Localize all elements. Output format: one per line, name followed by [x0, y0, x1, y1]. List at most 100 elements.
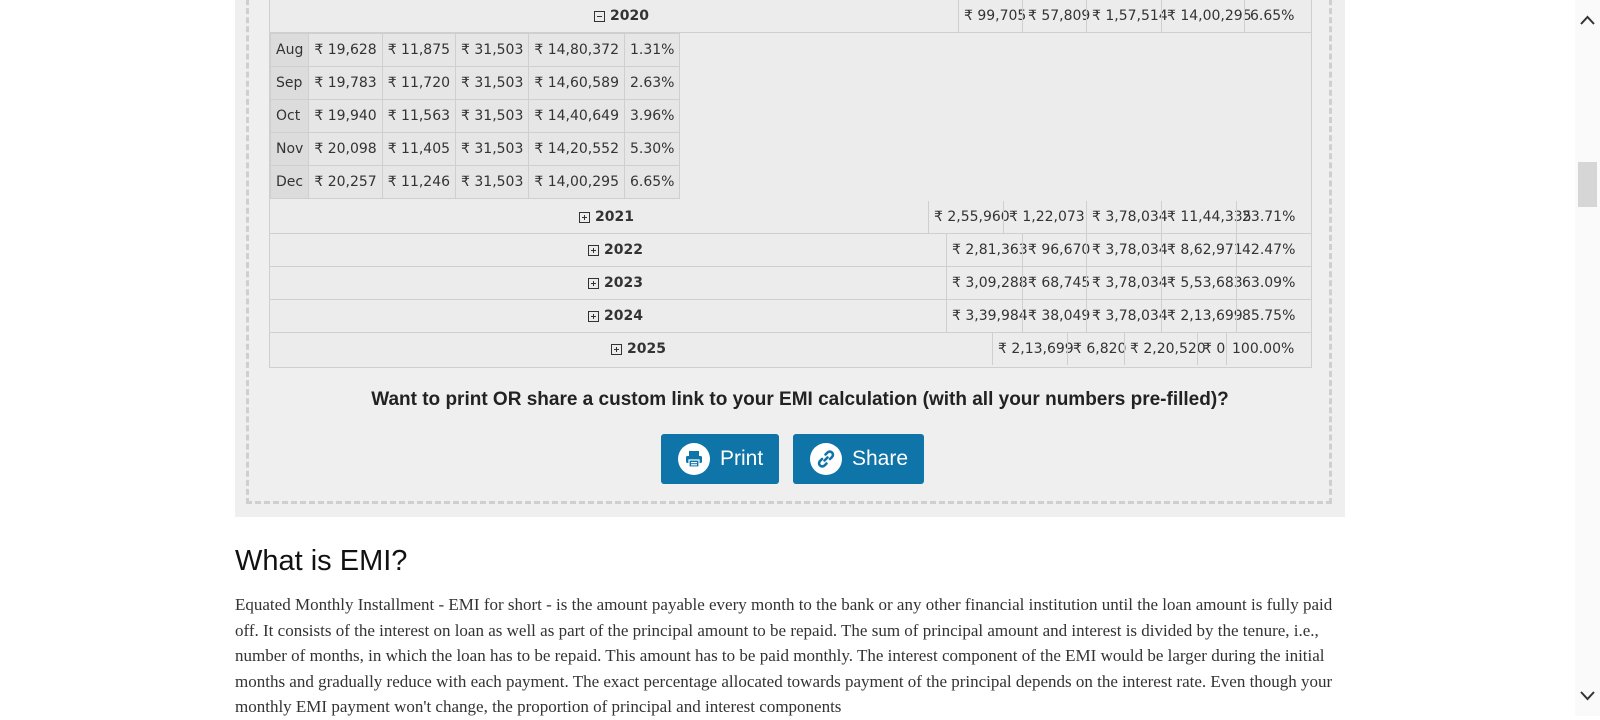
minus-square-icon[interactable] — [594, 10, 605, 22]
month-total-payment: ₹ 31,503 — [455, 132, 530, 166]
year-row-2023[interactable]: 2023 ₹ 3,09,288 ₹ 68,745 ₹ 3,78,034 ₹ 5,… — [270, 267, 1311, 300]
print-icon — [678, 443, 710, 475]
amortization-table: 2020 ₹ 99,705 ₹ 57,809 ₹ 1,57,514 ₹ 14,0… — [269, 0, 1312, 368]
month-total-payment: ₹ 31,503 — [455, 165, 530, 199]
year-interest: ₹ 96,670 — [1022, 234, 1095, 266]
print-button[interactable]: Print — [661, 434, 780, 484]
year-loan-paid: 23.71% — [1236, 201, 1300, 233]
year-toggle-2021[interactable]: 2021 — [579, 201, 634, 233]
year-toggle-2022[interactable]: 2022 — [588, 234, 643, 266]
share-button[interactable]: Share — [793, 434, 925, 484]
month-interest: ₹ 11,875 — [381, 33, 457, 67]
month-interest: ₹ 11,563 — [381, 99, 457, 133]
year-total-payment: ₹ 3,78,034 — [1086, 267, 1173, 299]
year-principal: ₹ 2,55,960 — [928, 201, 1015, 233]
year-label: 2020 — [610, 8, 649, 24]
year-interest: ₹ 57,809 — [1022, 0, 1095, 32]
month-name: Aug — [269, 33, 310, 67]
month-balance: ₹ 14,00,295 — [528, 165, 625, 199]
year-balance: ₹ 5,53,683 — [1161, 267, 1248, 299]
month-total-payment: ₹ 31,503 — [455, 66, 530, 100]
month-row: Aug ₹ 19,628 ₹ 11,875 ₹ 31,503 ₹ 14,80,3… — [269, 33, 681, 67]
month-interest: ₹ 11,720 — [381, 66, 457, 100]
plus-square-icon[interactable] — [611, 343, 622, 355]
month-row: Nov ₹ 20,098 ₹ 11,405 ₹ 31,503 ₹ 14,20,5… — [269, 132, 681, 166]
share-button-label: Share — [852, 447, 909, 470]
year-loan-paid: 6.65% — [1244, 0, 1299, 32]
year-toggle-2023[interactable]: 2023 — [588, 267, 643, 299]
year-label: 2024 — [604, 308, 643, 324]
month-name: Nov — [269, 132, 310, 166]
year-row-2022[interactable]: 2022 ₹ 2,81,363 ₹ 96,670 ₹ 3,78,034 ₹ 8,… — [270, 234, 1311, 267]
scrollbar-thumb[interactable] — [1578, 162, 1597, 207]
page-scrollbar[interactable] — [1575, 0, 1600, 716]
year-loan-paid: 63.09% — [1236, 267, 1300, 299]
month-balance: ₹ 14,20,552 — [528, 132, 625, 166]
year-total-payment: ₹ 3,78,034 — [1086, 234, 1173, 266]
month-principal: ₹ 19,783 — [308, 66, 383, 100]
year-toggle-2025[interactable]: 2025 — [611, 333, 666, 365]
month-row: Dec ₹ 20,257 ₹ 11,246 ₹ 31,503 ₹ 14,00,2… — [269, 165, 681, 199]
month-principal: ₹ 19,940 — [308, 99, 383, 133]
month-balance: ₹ 14,60,589 — [528, 66, 625, 100]
month-loan-paid: 1.31% — [623, 33, 681, 67]
month-interest: ₹ 11,246 — [381, 165, 457, 199]
month-row: Sep ₹ 19,783 ₹ 11,720 ₹ 31,503 ₹ 14,60,5… — [269, 66, 681, 100]
share-prompt: Want to print OR share a custom link to … — [371, 389, 1229, 410]
year-principal: ₹ 3,39,984 — [946, 300, 1033, 332]
month-loan-paid: 2.63% — [623, 66, 681, 100]
plus-square-icon[interactable] — [588, 277, 599, 289]
section-paragraph: Equated Monthly Installment - EMI for sh… — [235, 595, 1333, 716]
year-row-2020[interactable]: 2020 ₹ 99,705 ₹ 57,809 ₹ 1,57,514 ₹ 14,0… — [270, 0, 1311, 33]
year-loan-paid: 85.75% — [1236, 300, 1300, 332]
year-principal: ₹ 2,13,699 — [992, 333, 1079, 365]
year-loan-paid: 100.00% — [1226, 333, 1299, 365]
month-balance: ₹ 14,80,372 — [528, 33, 625, 67]
year-interest: ₹ 68,745 — [1022, 267, 1095, 299]
year-total-payment: ₹ 3,78,034 — [1086, 201, 1173, 233]
year-row-2024[interactable]: 2024 ₹ 3,39,984 ₹ 38,049 ₹ 3,78,034 ₹ 2,… — [270, 300, 1311, 333]
year-toggle-2020[interactable]: 2020 — [594, 0, 649, 32]
month-total-payment: ₹ 31,503 — [455, 33, 530, 67]
month-principal: ₹ 20,098 — [308, 132, 383, 166]
year-loan-paid: 42.47% — [1236, 234, 1300, 266]
year-principal: ₹ 3,09,288 — [946, 267, 1033, 299]
year-row-2021[interactable]: 2021 ₹ 2,55,960 ₹ 1,22,073 ₹ 3,78,034 ₹ … — [270, 201, 1311, 234]
year-balance: ₹ 8,62,971 — [1161, 234, 1248, 266]
print-button-label: Print — [720, 447, 764, 470]
month-loan-paid: 3.96% — [623, 99, 681, 133]
year-label: 2021 — [595, 209, 634, 225]
month-name: Dec — [269, 165, 310, 199]
plus-square-icon[interactable] — [579, 211, 590, 223]
month-principal: ₹ 19,628 — [308, 33, 383, 67]
year-interest: ₹ 1,22,073 — [1003, 201, 1090, 233]
month-loan-paid: 5.30% — [623, 132, 681, 166]
plus-square-icon[interactable] — [588, 310, 599, 322]
scroll-down-icon[interactable] — [1579, 690, 1596, 702]
month-name: Sep — [269, 66, 310, 100]
year-principal: ₹ 2,81,363 — [946, 234, 1033, 266]
year-label: 2025 — [627, 341, 666, 357]
year-balance: ₹ 2,13,699 — [1161, 300, 1248, 332]
year-row-2025[interactable]: 2025 ₹ 2,13,699 ₹ 6,820 ₹ 2,20,520 ₹ 0 1… — [270, 333, 1311, 366]
link-icon — [810, 443, 842, 475]
scroll-up-icon[interactable] — [1579, 14, 1596, 26]
year-principal: ₹ 99,705 — [958, 0, 1031, 32]
month-name: Oct — [269, 99, 310, 133]
year-interest: ₹ 6,820 — [1067, 333, 1131, 365]
month-interest: ₹ 11,405 — [381, 132, 457, 166]
section-heading: What is EMI? — [235, 545, 408, 577]
year-label: 2022 — [604, 242, 643, 258]
year-total-payment: ₹ 3,78,034 — [1086, 300, 1173, 332]
year-label: 2023 — [604, 275, 643, 291]
plus-square-icon[interactable] — [588, 244, 599, 256]
month-row: Oct ₹ 19,940 ₹ 11,563 ₹ 31,503 ₹ 14,40,6… — [269, 99, 681, 133]
month-table: Aug ₹ 19,628 ₹ 11,875 ₹ 31,503 ₹ 14,80,3… — [269, 33, 681, 199]
month-loan-paid: 6.65% — [623, 165, 681, 199]
year-balance: ₹ 14,00,295 — [1161, 0, 1257, 32]
month-total-payment: ₹ 31,503 — [455, 99, 530, 133]
month-principal: ₹ 20,257 — [308, 165, 383, 199]
year-total-payment: ₹ 1,57,514 — [1086, 0, 1173, 32]
year-toggle-2024[interactable]: 2024 — [588, 300, 643, 332]
month-balance: ₹ 14,40,649 — [528, 99, 625, 133]
